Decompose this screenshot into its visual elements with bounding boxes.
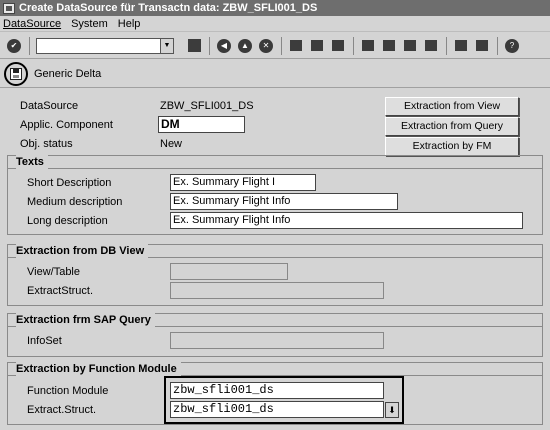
app-icon xyxy=(3,2,15,14)
menu-bar: DataSource System Help xyxy=(0,16,550,32)
highlight-frame xyxy=(164,376,404,424)
db-view-title: Extraction from DB View xyxy=(16,244,149,258)
view-table-label: View/Table xyxy=(27,266,80,278)
save-icon[interactable] xyxy=(186,38,202,54)
menu-help[interactable]: Help xyxy=(118,16,141,31)
applic-component-input[interactable]: DM xyxy=(158,116,245,133)
standard-toolbar: ✔ ▼ ◀ ▲ ✕ ? xyxy=(0,33,550,59)
applic-component-label: Applic. Component xyxy=(20,119,113,131)
db-extract-struct-input[interactable] xyxy=(170,282,384,299)
infoset-input[interactable] xyxy=(170,332,384,349)
fm-extract-struct-label: Extract.Struct. xyxy=(27,404,97,416)
toolbar-separator xyxy=(29,36,30,55)
find-next-icon[interactable] xyxy=(330,38,346,54)
extraction-from-view-button[interactable]: Extraction from View xyxy=(385,97,519,116)
medium-description-input[interactable]: Ex. Summary Flight Info xyxy=(170,193,398,210)
extraction-by-fm-button[interactable]: Extraction by FM xyxy=(385,137,519,156)
function-module-title: Extraction by Function Module xyxy=(16,362,181,376)
short-description-input[interactable]: Ex. Summary Flight I xyxy=(170,174,316,191)
toolbar-separator xyxy=(446,36,447,55)
medium-description-label: Medium description xyxy=(27,196,123,208)
infoset-label: InfoSet xyxy=(27,335,62,347)
generic-delta-label[interactable]: Generic Delta xyxy=(34,68,101,80)
command-field[interactable] xyxy=(36,37,161,54)
command-dropdown-icon[interactable]: ▼ xyxy=(161,37,174,54)
new-session-icon[interactable] xyxy=(453,38,469,54)
back-icon[interactable]: ◀ xyxy=(216,38,232,54)
first-page-icon[interactable] xyxy=(360,38,376,54)
datasource-value: ZBW_SFLI001_DS xyxy=(160,100,254,112)
previous-page-icon[interactable] xyxy=(381,38,397,54)
last-page-icon[interactable] xyxy=(423,38,439,54)
extraction-from-query-button[interactable]: Extraction from Query xyxy=(385,117,519,136)
view-table-input[interactable] xyxy=(170,263,288,280)
db-extract-struct-label: ExtractStruct. xyxy=(27,285,94,297)
sap-query-title: Extraction frm SAP Query xyxy=(16,313,155,327)
toolbar-separator xyxy=(209,36,210,55)
function-module-label: Function Module xyxy=(27,385,109,397)
toolbar-separator xyxy=(281,36,282,55)
find-icon[interactable] xyxy=(309,38,325,54)
shortcut-icon[interactable] xyxy=(474,38,490,54)
title-bar: Create DataSource für Transactn data: ZB… xyxy=(0,0,550,16)
cancel-icon[interactable]: ✕ xyxy=(258,38,274,54)
application-toolbar: Generic Delta xyxy=(0,60,550,88)
next-page-icon[interactable] xyxy=(402,38,418,54)
window-title: Create DataSource für Transactn data: ZB… xyxy=(19,2,318,14)
menu-system[interactable]: System xyxy=(71,16,108,31)
help-icon[interactable]: ? xyxy=(504,38,520,54)
group-divider xyxy=(8,168,542,169)
exit-icon[interactable]: ▲ xyxy=(237,38,253,54)
menu-datasource[interactable]: DataSource xyxy=(3,16,61,31)
toolbar-separator xyxy=(497,36,498,55)
long-description-input[interactable]: Ex. Summary Flight Info xyxy=(170,212,523,229)
obj-status-label: Obj. status xyxy=(20,138,73,150)
toolbar-separator xyxy=(353,36,354,55)
datasource-label: DataSource xyxy=(20,100,79,112)
obj-status-value: New xyxy=(160,138,183,150)
long-description-label: Long description xyxy=(27,215,108,227)
generic-delta-icon xyxy=(10,67,22,80)
texts-title: Texts xyxy=(16,155,48,169)
short-description-label: Short Description xyxy=(27,177,112,189)
checkmark-icon[interactable]: ✔ xyxy=(6,38,22,54)
generic-delta-button[interactable] xyxy=(4,61,28,86)
print-icon[interactable] xyxy=(288,38,304,54)
